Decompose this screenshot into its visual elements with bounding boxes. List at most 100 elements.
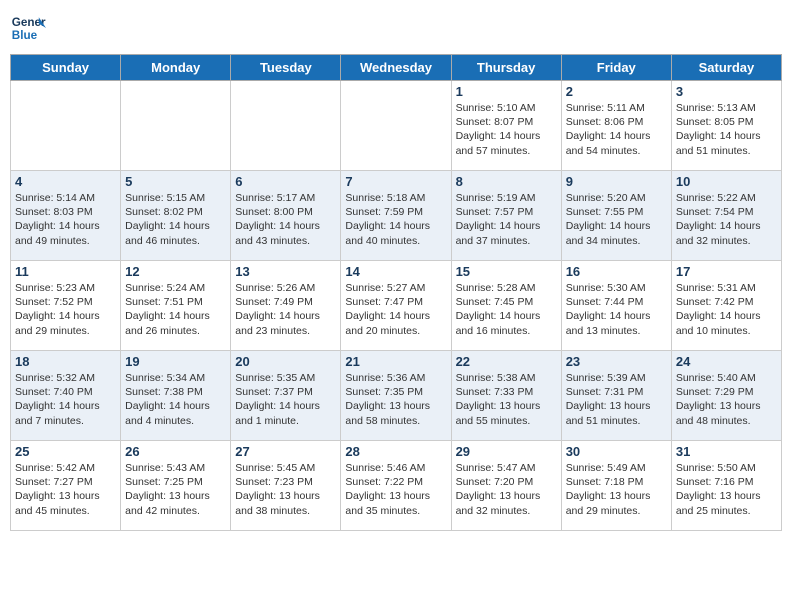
day-number: 25 <box>15 444 116 459</box>
day-number: 26 <box>125 444 226 459</box>
calendar-day-cell: 16Sunrise: 5:30 AM Sunset: 7:44 PM Dayli… <box>561 261 671 351</box>
calendar-day-cell: 20 Sunrise: 5:35 AM Sunset: 7:37 PM Dayli… <box>231 351 341 441</box>
page-header: General Blue <box>10 10 782 46</box>
calendar-day-cell: 2Sunrise: 5:11 AM Sunset: 8:06 PM Daylig… <box>561 81 671 171</box>
day-info: Sunrise: 5:46 AM Sunset: 7:22 PM Dayligh… <box>345 461 446 518</box>
weekday-header-saturday: Saturday <box>671 55 781 81</box>
day-number: 11 <box>15 264 116 279</box>
calendar-day-cell: 3 Sunrise: 5:13 AM Sunset: 8:05 PM Daylig… <box>671 81 781 171</box>
calendar-day-cell: 26 Sunrise: 5:43 AM Sunset: 7:25 PM Dayli… <box>121 441 231 531</box>
day-number: 6 <box>235 174 336 189</box>
day-info: Sunrise: 5:36 AM Sunset: 7:35 PM Dayligh… <box>345 371 446 428</box>
day-info: Sunrise: 5:35 AM Sunset: 7:37 PM Dayligh… <box>235 371 336 428</box>
day-number: 10 <box>676 174 777 189</box>
calendar-day-cell: 13 Sunrise: 5:26 AM Sunset: 7:49 PM Dayli… <box>231 261 341 351</box>
calendar-day-cell: 27Sunrise: 5:45 AM Sunset: 7:23 PM Dayli… <box>231 441 341 531</box>
calendar-day-cell: 23 Sunrise: 5:39 AM Sunset: 7:31 PM Dayli… <box>561 351 671 441</box>
day-info: Sunrise: 5:24 AM Sunset: 7:51 PM Dayligh… <box>125 281 226 338</box>
day-number: 15 <box>456 264 557 279</box>
weekday-header-monday: Monday <box>121 55 231 81</box>
calendar-day-cell: 7 Sunrise: 5:18 AM Sunset: 7:59 PM Daylig… <box>341 171 451 261</box>
day-info: Sunrise: 5:14 AM Sunset: 8:03 PM Dayligh… <box>15 191 116 248</box>
calendar-week-row: 11 Sunrise: 5:23 AM Sunset: 7:52 PM Dayli… <box>11 261 782 351</box>
day-info: Sunrise: 5:17 AM Sunset: 8:00 PM Dayligh… <box>235 191 336 248</box>
calendar-table: SundayMondayTuesdayWednesdayThursdayFrid… <box>10 54 782 531</box>
day-number: 14 <box>345 264 446 279</box>
svg-text:Blue: Blue <box>12 29 38 42</box>
day-number: 17 <box>676 264 777 279</box>
weekday-header-tuesday: Tuesday <box>231 55 341 81</box>
day-info: Sunrise: 5:31 AM Sunset: 7:42 PM Dayligh… <box>676 281 777 338</box>
day-number: 8 <box>456 174 557 189</box>
day-info: Sunrise: 5:27 AM Sunset: 7:47 PM Dayligh… <box>345 281 446 338</box>
day-number: 4 <box>15 174 116 189</box>
calendar-week-row: 25 Sunrise: 5:42 AM Sunset: 7:27 PM Dayli… <box>11 441 782 531</box>
calendar-day-cell: 25 Sunrise: 5:42 AM Sunset: 7:27 PM Dayli… <box>11 441 121 531</box>
day-info: Sunrise: 5:15 AM Sunset: 8:02 PM Dayligh… <box>125 191 226 248</box>
calendar-day-cell: 4 Sunrise: 5:14 AM Sunset: 8:03 PM Daylig… <box>11 171 121 261</box>
empty-day-cell <box>121 81 231 171</box>
day-number: 5 <box>125 174 226 189</box>
day-info: Sunrise: 5:47 AM Sunset: 7:20 PM Dayligh… <box>456 461 557 518</box>
calendar-day-cell: 15 Sunrise: 5:28 AM Sunset: 7:45 PM Dayli… <box>451 261 561 351</box>
day-number: 12 <box>125 264 226 279</box>
calendar-day-cell: 10 Sunrise: 5:22 AM Sunset: 7:54 PM Dayli… <box>671 171 781 261</box>
day-info: Sunrise: 5:10 AM Sunset: 8:07 PM Dayligh… <box>456 101 557 158</box>
day-info: Sunrise: 5:38 AM Sunset: 7:33 PM Dayligh… <box>456 371 557 428</box>
day-number: 31 <box>676 444 777 459</box>
day-info: Sunrise: 5:18 AM Sunset: 7:59 PM Dayligh… <box>345 191 446 248</box>
calendar-day-cell: 1 Sunrise: 5:10 AM Sunset: 8:07 PM Daylig… <box>451 81 561 171</box>
calendar-day-cell: 29 Sunrise: 5:47 AM Sunset: 7:20 PM Dayli… <box>451 441 561 531</box>
calendar-day-cell: 21 Sunrise: 5:36 AM Sunset: 7:35 PM Dayli… <box>341 351 451 441</box>
day-number: 22 <box>456 354 557 369</box>
day-info: Sunrise: 5:39 AM Sunset: 7:31 PM Dayligh… <box>566 371 667 428</box>
day-number: 28 <box>345 444 446 459</box>
empty-day-cell <box>11 81 121 171</box>
calendar-day-cell: 17 Sunrise: 5:31 AM Sunset: 7:42 PM Dayli… <box>671 261 781 351</box>
day-number: 2 <box>566 84 667 99</box>
logo: General Blue <box>10 10 46 46</box>
day-number: 23 <box>566 354 667 369</box>
calendar-day-cell: 6 Sunrise: 5:17 AM Sunset: 8:00 PM Daylig… <box>231 171 341 261</box>
weekday-header-thursday: Thursday <box>451 55 561 81</box>
day-info: Sunrise: 5:13 AM Sunset: 8:05 PM Dayligh… <box>676 101 777 158</box>
day-info: Sunrise: 5:34 AM Sunset: 7:38 PM Dayligh… <box>125 371 226 428</box>
calendar-day-cell: 30 Sunrise: 5:49 AM Sunset: 7:18 PM Dayli… <box>561 441 671 531</box>
day-info: Sunrise: 5:23 AM Sunset: 7:52 PM Dayligh… <box>15 281 116 338</box>
day-info: Sunrise: 5:45 AM Sunset: 7:23 PM Dayligh… <box>235 461 336 518</box>
day-info: Sunrise: 5:26 AM Sunset: 7:49 PM Dayligh… <box>235 281 336 338</box>
calendar-day-cell: 31 Sunrise: 5:50 AM Sunset: 7:16 PM Dayli… <box>671 441 781 531</box>
day-number: 21 <box>345 354 446 369</box>
day-info: Sunrise: 5:19 AM Sunset: 7:57 PM Dayligh… <box>456 191 557 248</box>
calendar-day-cell: 11 Sunrise: 5:23 AM Sunset: 7:52 PM Dayli… <box>11 261 121 351</box>
calendar-day-cell: 24Sunrise: 5:40 AM Sunset: 7:29 PM Dayli… <box>671 351 781 441</box>
calendar-day-cell: 9Sunrise: 5:20 AM Sunset: 7:55 PM Daylig… <box>561 171 671 261</box>
calendar-week-row: 18Sunrise: 5:32 AM Sunset: 7:40 PM Dayli… <box>11 351 782 441</box>
day-info: Sunrise: 5:20 AM Sunset: 7:55 PM Dayligh… <box>566 191 667 248</box>
calendar-day-cell: 5 Sunrise: 5:15 AM Sunset: 8:02 PM Daylig… <box>121 171 231 261</box>
calendar-day-cell: 22 Sunrise: 5:38 AM Sunset: 7:33 PM Dayli… <box>451 351 561 441</box>
day-info: Sunrise: 5:43 AM Sunset: 7:25 PM Dayligh… <box>125 461 226 518</box>
day-info: Sunrise: 5:40 AM Sunset: 7:29 PM Dayligh… <box>676 371 777 428</box>
day-info: Sunrise: 5:28 AM Sunset: 7:45 PM Dayligh… <box>456 281 557 338</box>
calendar-day-cell: 12 Sunrise: 5:24 AM Sunset: 7:51 PM Dayli… <box>121 261 231 351</box>
calendar-day-cell: 28 Sunrise: 5:46 AM Sunset: 7:22 PM Dayli… <box>341 441 451 531</box>
calendar-week-row: 4 Sunrise: 5:14 AM Sunset: 8:03 PM Daylig… <box>11 171 782 261</box>
day-info: Sunrise: 5:42 AM Sunset: 7:27 PM Dayligh… <box>15 461 116 518</box>
day-number: 3 <box>676 84 777 99</box>
day-info: Sunrise: 5:50 AM Sunset: 7:16 PM Dayligh… <box>676 461 777 518</box>
day-number: 30 <box>566 444 667 459</box>
day-number: 29 <box>456 444 557 459</box>
weekday-header-wednesday: Wednesday <box>341 55 451 81</box>
day-number: 1 <box>456 84 557 99</box>
day-info: Sunrise: 5:22 AM Sunset: 7:54 PM Dayligh… <box>676 191 777 248</box>
day-info: Sunrise: 5:49 AM Sunset: 7:18 PM Dayligh… <box>566 461 667 518</box>
day-number: 13 <box>235 264 336 279</box>
calendar-day-cell: 8 Sunrise: 5:19 AM Sunset: 7:57 PM Daylig… <box>451 171 561 261</box>
day-number: 7 <box>345 174 446 189</box>
logo-icon: General Blue <box>10 10 46 46</box>
weekday-header-sunday: Sunday <box>11 55 121 81</box>
calendar-week-row: 1 Sunrise: 5:10 AM Sunset: 8:07 PM Daylig… <box>11 81 782 171</box>
calendar-day-cell: 19Sunrise: 5:34 AM Sunset: 7:38 PM Dayli… <box>121 351 231 441</box>
day-number: 20 <box>235 354 336 369</box>
